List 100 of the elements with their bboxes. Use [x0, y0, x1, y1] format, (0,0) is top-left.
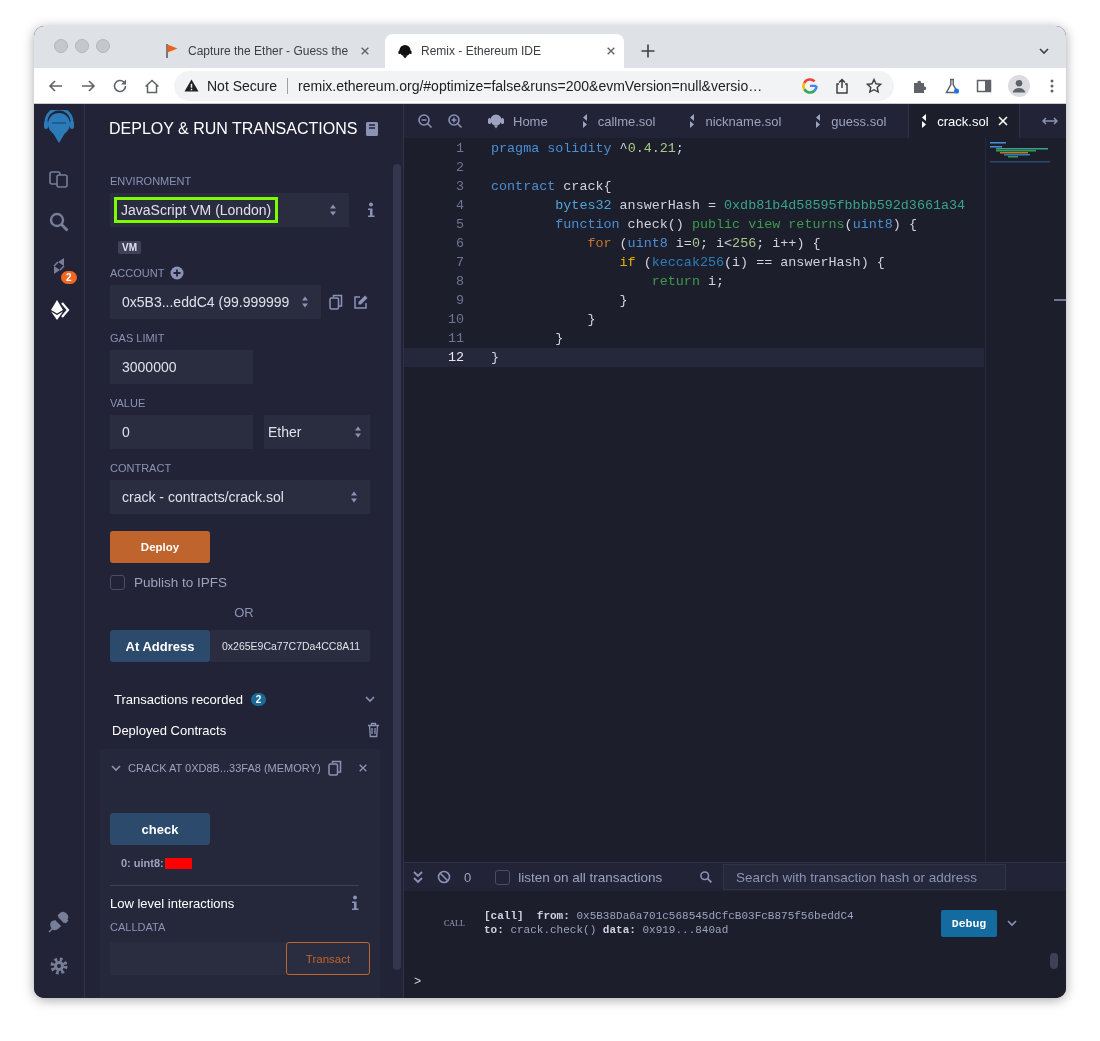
section-title: Transactions recorded [114, 691, 243, 707]
line-number: 1 [454, 141, 464, 156]
plug-icon[interactable] [48, 911, 70, 933]
editor-tab[interactable]: callme.sol [569, 104, 666, 138]
code-line: } [491, 350, 500, 365]
count-badge: 2 [61, 271, 77, 284]
value-field[interactable]: 0 [110, 415, 253, 449]
account-dropdown[interactable]: 0x5B3...eddC4 (99.999999 [110, 285, 321, 319]
remix-logo-icon[interactable] [44, 110, 74, 144]
line-number: 6 [454, 236, 464, 251]
scrollbar-thumb[interactable] [1050, 953, 1058, 969]
line-number: 8 [454, 274, 464, 289]
or-text: OR [234, 605, 254, 620]
close-icon[interactable] [606, 46, 616, 56]
plus-icon[interactable] [170, 266, 185, 280]
vm-badge: VM [118, 241, 141, 254]
checkbox[interactable] [495, 869, 511, 885]
field-label: GAS LIMIT [110, 332, 165, 344]
url-text: remix.ethereum.org/#optimize=false&runs=200&evmVersion=null&versio… [298, 77, 763, 94]
zoom-out-icon[interactable] [417, 113, 433, 129]
at-address-button[interactable]: At Address [110, 630, 210, 662]
tab-title: Remix - Ethereum IDE [421, 44, 543, 58]
editor-tab[interactable]: guess.sol [803, 104, 897, 138]
browser-tab[interactable]: Capture the Ether - Guess the [152, 34, 378, 68]
line-number: 7 [454, 255, 464, 270]
code-line: return i; [651, 274, 725, 289]
back-icon[interactable] [48, 77, 64, 94]
info-icon[interactable] [351, 895, 359, 911]
code-line: } [555, 331, 564, 346]
editor-tab[interactable]: crack.sol [908, 104, 1020, 138]
star-icon[interactable] [866, 77, 882, 94]
debug-button[interactable]: Debug [941, 909, 997, 937]
code-line: contract crack{ [491, 179, 612, 194]
minimap-drawing[interactable] [990, 141, 1050, 163]
checkbox-label: Publish to IPFS [134, 575, 228, 590]
headphones-logo-icon [397, 43, 413, 59]
editor-tab[interactable]: nickname.sol [677, 104, 792, 138]
reload-icon[interactable] [112, 77, 128, 94]
google-icon[interactable] [802, 77, 818, 94]
flask-icon[interactable] [944, 77, 960, 94]
line-number: 3 [454, 179, 464, 194]
tab-label: nickname.sol [705, 113, 782, 129]
code-line: pragma solidity ^0.4.21; [491, 141, 684, 156]
home-icon[interactable] [144, 77, 160, 94]
edit-icon[interactable] [353, 294, 369, 310]
unit-dropdown[interactable]: Ether [264, 415, 370, 449]
share-icon[interactable] [834, 77, 850, 94]
log-text: to: crack.check() data: 0x919...840ad [484, 923, 730, 937]
search-icon[interactable] [699, 870, 713, 884]
address-bar[interactable]: Not Secure remix.ethereum.org/#optimize=false&runs=200&evmVersion=null&versio… [174, 70, 894, 101]
code-line: for (uint8 i=0; i<256; i++) { [587, 236, 821, 251]
contract-title: CRACK AT 0XD8B...33FA8 (MEMORY) [128, 762, 321, 774]
new-tab-icon[interactable] [640, 43, 656, 59]
line-number: 4 [454, 198, 464, 213]
search-field[interactable]: Search with transaction hash or address [723, 864, 1006, 890]
chevron-down-icon[interactable] [110, 762, 122, 774]
field-label: VALUE [110, 397, 146, 409]
deploy-button[interactable]: Deploy [110, 531, 210, 563]
info-icon[interactable] [367, 202, 375, 218]
settings-icon[interactable] [48, 955, 70, 977]
section-title: Deployed Contracts [112, 722, 227, 738]
line-number: 5 [454, 217, 464, 232]
search-icon[interactable] [48, 211, 70, 233]
tab-label: crack.sol [937, 113, 989, 129]
chevron-down-icon[interactable] [1006, 917, 1018, 929]
scrollbar-thumb[interactable] [393, 164, 401, 970]
avatar-icon[interactable] [1008, 74, 1030, 97]
scrollbar-thumb[interactable] [1054, 299, 1066, 301]
browser-tab[interactable]: Remix - Ethereum IDE [385, 34, 624, 68]
side-panel-icon[interactable] [976, 77, 992, 94]
deploy-icon[interactable] [48, 299, 70, 321]
copy-icon[interactable] [328, 760, 342, 776]
warning-icon [184, 78, 199, 93]
checkbox[interactable] [110, 575, 125, 590]
check-button[interactable]: check [110, 813, 210, 845]
headphones-logo-icon [487, 113, 505, 129]
clear-icon[interactable] [437, 870, 451, 884]
sort-arrows-icon [350, 490, 358, 504]
chevron-down-icon[interactable] [1038, 45, 1050, 57]
editor-tab[interactable]: Home [477, 104, 558, 138]
code-line: function check() public view returns(uint8) { [555, 217, 917, 232]
address-field[interactable]: 0x265E9Ca77C7Da4CC8A11 [210, 630, 370, 662]
gas-limit-field[interactable]: 3000000 [110, 350, 253, 384]
contract-dropdown[interactable]: crack - contracts/crack.sol [110, 480, 370, 514]
count-text: 0 [464, 869, 472, 885]
forward-icon[interactable] [80, 77, 96, 94]
expand-icon[interactable] [1042, 116, 1058, 126]
double-chevron-down-icon[interactable] [412, 870, 424, 884]
zoom-in-icon[interactable] [447, 113, 463, 129]
line-number: 2 [454, 160, 464, 175]
environment-dropdown[interactable]: JavaScript VM (London) [110, 193, 349, 227]
output-text: 0: uint8: [121, 857, 164, 869]
copy-icon[interactable] [329, 294, 343, 310]
field-label: CONTRACT [110, 462, 172, 474]
field-label: CALLDATA [110, 921, 166, 933]
chevron-down-icon[interactable] [364, 693, 376, 705]
tab-label: Home [513, 113, 548, 129]
code-line: } [587, 312, 596, 327]
book-icon[interactable] [365, 121, 379, 137]
trash-icon[interactable] [367, 722, 380, 738]
